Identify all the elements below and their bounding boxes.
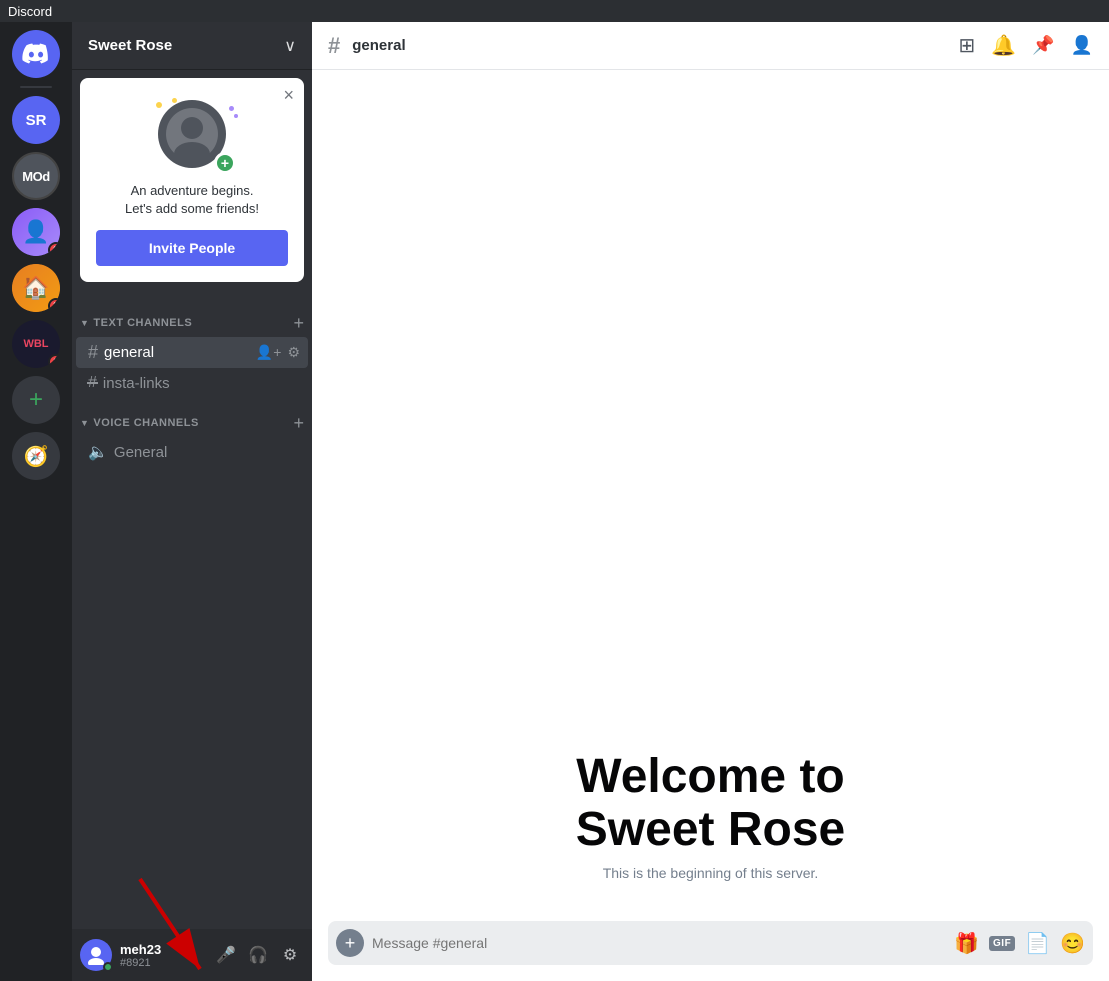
user-avatar bbox=[80, 939, 112, 971]
channel-name-insta-links: insta-links bbox=[103, 375, 170, 392]
channel-name-voice-general: General bbox=[114, 444, 167, 461]
server-header[interactable]: Sweet Rose ∨ bbox=[72, 22, 312, 70]
chat-input-icons: 🎁 GIF 📄 😊 bbox=[954, 931, 1085, 956]
app-title: Discord bbox=[8, 4, 52, 19]
gif-button[interactable]: GIF bbox=[989, 936, 1015, 951]
voice-channels-label: ▼ VOICE CHANNELS bbox=[80, 417, 199, 429]
threads-icon[interactable]: ⊞ bbox=[958, 33, 975, 58]
server-icon-mod[interactable]: MOd bbox=[12, 152, 60, 200]
channel-sidebar: Sweet Rose ∨ × bbox=[72, 22, 312, 981]
invite-card: × + An adven bbox=[80, 78, 304, 282]
strikethrough-hash-icon: # bbox=[88, 374, 97, 392]
collapse-arrow-icon-voice: ▼ bbox=[80, 418, 89, 428]
welcome-subtitle: This is the beginning of this server. bbox=[328, 865, 1093, 881]
emoji-icon[interactable]: 😊 bbox=[1060, 931, 1085, 956]
server-icon-avatar1[interactable]: 👤 9 bbox=[12, 208, 60, 256]
gift-icon[interactable]: 🎁 bbox=[954, 931, 979, 956]
channel-item-voice-general[interactable]: 🔈 General bbox=[76, 437, 308, 467]
headphones-button[interactable]: 🎧 bbox=[244, 941, 272, 969]
settings-icon[interactable]: ⚙ bbox=[287, 344, 300, 361]
add-member-icon[interactable]: 👤+ bbox=[256, 344, 282, 361]
invite-line2: Let's add some friends! bbox=[125, 201, 259, 216]
invite-tagline: An adventure begins. Let's add some frie… bbox=[125, 182, 259, 218]
server-icon-sr[interactable]: SR bbox=[12, 96, 60, 144]
sparkle-dot bbox=[229, 106, 234, 111]
sticker-icon[interactable]: 📄 bbox=[1025, 931, 1050, 956]
chat-header: # general ⊞ 🔔 📌 👤 bbox=[312, 22, 1109, 70]
message-input[interactable] bbox=[372, 935, 946, 951]
welcome-title: Welcome to Sweet Rose bbox=[328, 751, 1093, 857]
channel-list: ▼ TEXT CHANNELS + # general 👤+ ⚙ # bbox=[72, 290, 312, 929]
server-icon-wbl[interactable]: WBL 1 bbox=[12, 320, 60, 368]
chat-header-actions: ⊞ 🔔 📌 👤 bbox=[958, 33, 1093, 58]
sparkle-dot bbox=[156, 102, 162, 108]
text-channels-category: ▼ TEXT CHANNELS + bbox=[72, 298, 312, 336]
members-icon[interactable]: 👤 bbox=[1071, 35, 1093, 56]
discord-home-button[interactable] bbox=[12, 30, 60, 78]
chat-hash-icon: # bbox=[328, 33, 340, 59]
explore-button[interactable]: 🧭 bbox=[12, 432, 60, 480]
add-friend-icon: + bbox=[214, 152, 236, 174]
server-wbl-label: WBL bbox=[23, 338, 48, 350]
speaker-icon: 🔈 bbox=[88, 442, 108, 462]
channel-item-general[interactable]: # general 👤+ ⚙ bbox=[76, 337, 308, 368]
channel-item-insta-links[interactable]: # insta-links bbox=[76, 369, 308, 397]
chat-content: Welcome to Sweet Rose This is the beginn… bbox=[312, 70, 1109, 921]
add-text-channel-button[interactable]: + bbox=[293, 314, 304, 332]
hash-icon: # bbox=[88, 342, 98, 363]
title-bar: Discord bbox=[0, 0, 1109, 22]
server-divider bbox=[20, 86, 52, 88]
invite-people-button[interactable]: Invite People bbox=[96, 230, 288, 266]
server-name: Sweet Rose bbox=[88, 37, 172, 54]
chat-channel-name: general bbox=[352, 37, 405, 54]
collapse-arrow-icon: ▼ bbox=[80, 318, 89, 328]
compass-icon: 🧭 bbox=[24, 444, 49, 469]
chat-area: # general ⊞ 🔔 📌 👤 Welcome to Sweet Rose … bbox=[312, 22, 1109, 981]
close-icon[interactable]: × bbox=[283, 86, 294, 104]
add-icon: + bbox=[29, 388, 43, 412]
user-settings-button[interactable]: ⚙ bbox=[276, 941, 304, 969]
pin-icon[interactable]: 📌 bbox=[1032, 35, 1054, 56]
add-server-button[interactable]: + bbox=[12, 376, 60, 424]
invite-line1: An adventure begins. bbox=[131, 183, 254, 198]
text-channels-label: ▼ TEXT CHANNELS bbox=[80, 317, 192, 329]
server-badge-3: 3 bbox=[48, 298, 60, 312]
voice-channels-category: ▼ VOICE CHANNELS + bbox=[72, 398, 312, 436]
notifications-icon[interactable]: 🔔 bbox=[991, 33, 1016, 58]
server-mod-label: MOd bbox=[22, 169, 49, 184]
chat-input-bar: + 🎁 GIF 📄 😊 bbox=[328, 921, 1093, 965]
channel-name-general: general bbox=[104, 344, 250, 361]
server-badge-1: 1 bbox=[48, 354, 60, 368]
welcome-section: Welcome to Sweet Rose This is the beginn… bbox=[328, 751, 1093, 881]
sparkle-dot bbox=[172, 98, 177, 103]
add-voice-channel-button[interactable]: + bbox=[293, 414, 304, 432]
online-status-indicator bbox=[103, 962, 113, 972]
add-attachment-button[interactable]: + bbox=[336, 929, 364, 957]
server-sr-label: SR bbox=[26, 112, 47, 129]
server-icon-avatar2[interactable]: 🏠 3 bbox=[12, 264, 60, 312]
chevron-down-icon: ∨ bbox=[284, 36, 296, 56]
server-sidebar: SR MOd 👤 9 🏠 3 WBL 1 + 🧭 bbox=[0, 22, 72, 981]
red-arrow-indicator bbox=[120, 869, 240, 981]
sparkle-dot bbox=[234, 114, 238, 118]
server-badge-9: 9 bbox=[48, 242, 60, 256]
